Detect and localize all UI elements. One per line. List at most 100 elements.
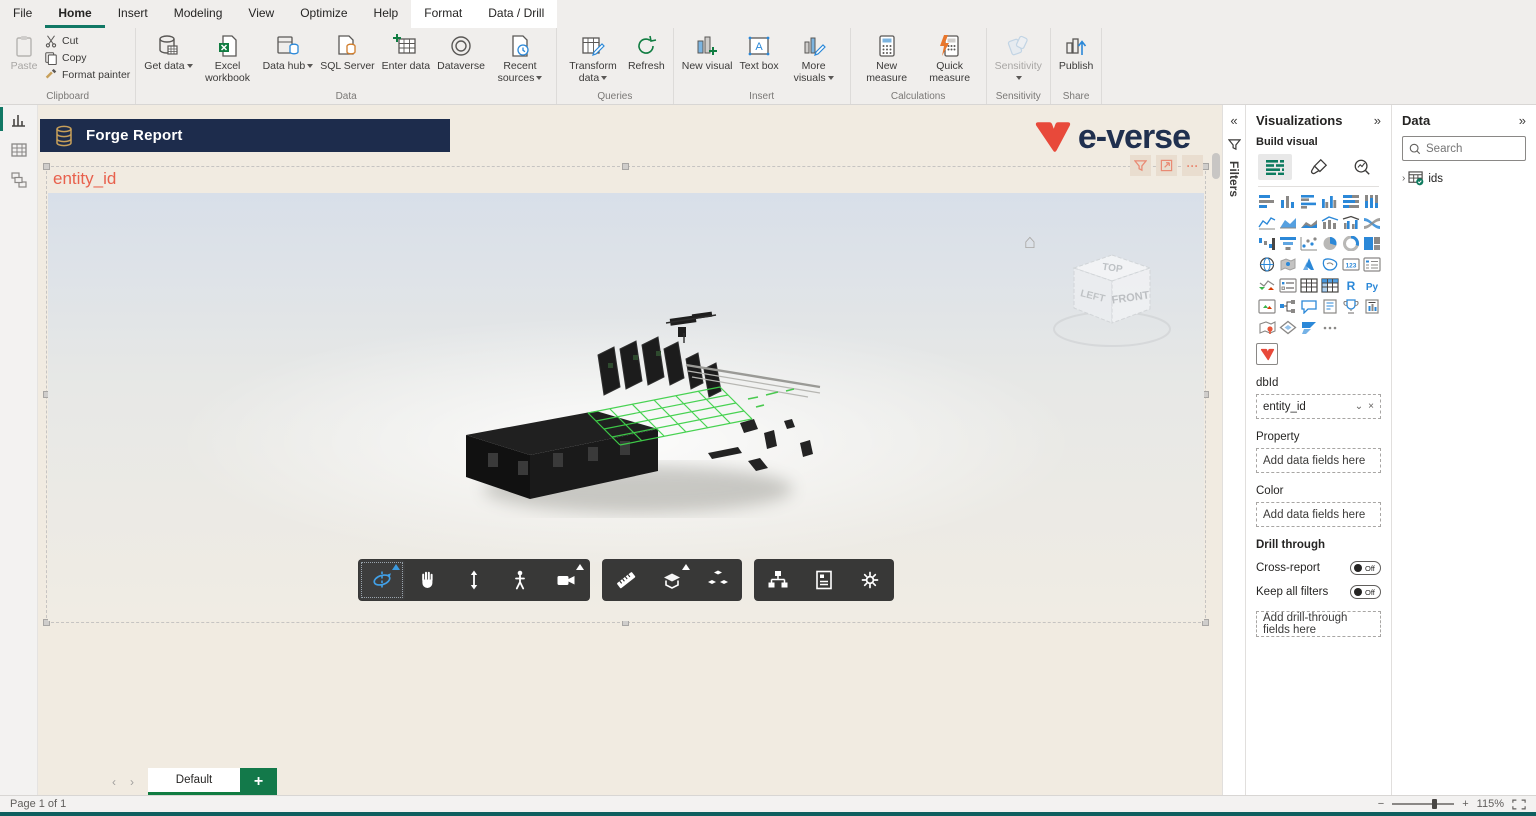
forge-viewer-visual[interactable]: entity_id ··· (46, 166, 1206, 623)
forge-3d-viewer-canvas[interactable]: TOP LEFT FRONT ⌂ (48, 193, 1204, 621)
analytics-tab[interactable] (1345, 154, 1379, 180)
tab-view[interactable]: View (235, 0, 287, 28)
r-script-visual-icon[interactable]: R (1340, 275, 1361, 296)
sensitivity-button[interactable]: Sensitivity (992, 30, 1045, 84)
canvas-scrollbar-thumb[interactable] (1212, 153, 1220, 179)
shape-map-icon[interactable] (1319, 254, 1340, 275)
ribbon-chart-icon[interactable] (1361, 212, 1382, 233)
line-and-clustered-column-chart-icon[interactable] (1340, 212, 1361, 233)
kpi-icon[interactable] (1256, 275, 1277, 296)
paste-button[interactable]: Paste (5, 30, 43, 72)
viewer-home-button[interactable]: ⌂ (1024, 231, 1036, 254)
paginated-report-icon[interactable] (1361, 296, 1382, 317)
tab-data-drill[interactable]: Data / Drill (475, 0, 557, 28)
properties-button[interactable] (801, 560, 847, 600)
orbit-button[interactable] (359, 560, 405, 600)
new-visual-button[interactable]: New visual (679, 30, 736, 72)
transform-data-button[interactable]: Transform data (562, 30, 624, 84)
text-box-button[interactable]: A Text box (737, 30, 782, 72)
settings-button[interactable] (847, 560, 893, 600)
build-visual-tab[interactable] (1258, 154, 1292, 180)
quick-measure-button[interactable]: Quick measure (919, 30, 981, 84)
matrix-icon[interactable] (1319, 275, 1340, 296)
new-page-button[interactable]: + (240, 768, 277, 795)
decomposition-tree-icon[interactable] (1277, 296, 1298, 317)
pan-button[interactable] (405, 560, 451, 600)
tab-help[interactable]: Help (361, 0, 412, 28)
remove-field-button[interactable]: × (1368, 401, 1374, 412)
data-hub-button[interactable]: Data hub (260, 30, 317, 72)
visual-filter-button[interactable] (1130, 155, 1151, 176)
report-canvas[interactable]: Forge Report e-verse entity_id (38, 105, 1222, 795)
stacked-area-chart-icon[interactable] (1298, 212, 1319, 233)
table-icon[interactable] (1298, 275, 1319, 296)
search-input[interactable] (1426, 143, 1516, 155)
map-icon[interactable] (1256, 254, 1277, 275)
filled-map-icon[interactable] (1277, 254, 1298, 275)
property-field-well[interactable]: Add data fields here (1256, 448, 1381, 473)
refresh-button[interactable]: Refresh (625, 30, 668, 72)
zoom-in-button[interactable]: + (1462, 798, 1468, 810)
power-automate-visual-icon[interactable] (1298, 317, 1319, 338)
focus-mode-button[interactable] (1156, 155, 1177, 176)
expand-table-chevron[interactable]: › (1402, 173, 1405, 184)
arcgis-map-icon[interactable] (1256, 317, 1277, 338)
zoom-slider[interactable] (1392, 803, 1454, 805)
tab-file[interactable]: File (0, 0, 45, 28)
clustered-bar-chart-icon[interactable] (1298, 191, 1319, 212)
publish-button[interactable]: Publish (1056, 30, 1096, 72)
previous-page-button[interactable]: ‹ (112, 775, 116, 789)
format-visual-tab[interactable] (1302, 154, 1336, 180)
slicer-icon[interactable] (1277, 275, 1298, 296)
donut-chart-icon[interactable] (1340, 233, 1361, 254)
scatter-chart-icon[interactable] (1298, 233, 1319, 254)
line-chart-icon[interactable] (1256, 212, 1277, 233)
stacked-column-chart-icon[interactable] (1277, 191, 1298, 212)
funnel-chart-icon[interactable] (1277, 233, 1298, 254)
more-visual-options-icon[interactable] (1319, 317, 1340, 338)
tab-optimize[interactable]: Optimize (287, 0, 360, 28)
next-page-button[interactable]: › (130, 775, 134, 789)
tab-modeling[interactable]: Modeling (161, 0, 236, 28)
azure-map-icon[interactable] (1298, 254, 1319, 275)
fit-to-page-icon[interactable] (1512, 799, 1526, 810)
data-search-box[interactable] (1402, 136, 1526, 161)
sql-server-button[interactable]: SQL Server (317, 30, 377, 72)
canvas-scrollbar[interactable] (1212, 153, 1220, 713)
cut-button[interactable]: Cut (44, 34, 130, 48)
multi-row-card-icon[interactable] (1361, 254, 1382, 275)
report-view-button[interactable] (0, 105, 38, 135)
dbid-field-well[interactable]: entity_id ⌄ × (1256, 394, 1381, 419)
format-painter-button[interactable]: Format painter (44, 68, 130, 82)
page-tab-default[interactable]: Default (148, 768, 240, 795)
clustered-column-chart-icon[interactable] (1319, 191, 1340, 212)
metrics-icon[interactable] (1340, 296, 1361, 317)
visual-more-options-button[interactable]: ··· (1182, 155, 1203, 176)
smart-narrative-icon[interactable] (1319, 296, 1340, 317)
waterfall-chart-icon[interactable] (1256, 233, 1277, 254)
cross-report-toggle[interactable]: Off (1350, 561, 1381, 575)
collapse-data-pane-button[interactable]: » (1519, 113, 1526, 128)
color-field-well[interactable]: Add data fields here (1256, 502, 1381, 527)
100-stacked-column-chart-icon[interactable] (1361, 191, 1382, 212)
keep-all-filters-toggle[interactable]: Off (1350, 585, 1381, 599)
excel-workbook-button[interactable]: Excel workbook (197, 30, 259, 84)
enter-data-button[interactable]: Enter data (379, 30, 433, 72)
qa-visual-icon[interactable] (1298, 296, 1319, 317)
power-apps-visual-icon[interactable] (1277, 317, 1298, 338)
card-icon[interactable]: 123 (1340, 254, 1361, 275)
tab-format[interactable]: Format (411, 0, 475, 28)
python-visual-icon[interactable]: Py (1361, 275, 1382, 296)
first-person-button[interactable] (497, 560, 543, 600)
new-measure-button[interactable]: New measure (856, 30, 918, 84)
area-chart-icon[interactable] (1277, 212, 1298, 233)
zoom-slider-handle[interactable] (1432, 799, 1437, 809)
tab-insert[interactable]: Insert (105, 0, 161, 28)
section-button[interactable] (649, 560, 695, 600)
camera-button[interactable] (543, 560, 589, 600)
table-row-ids[interactable]: › ids (1402, 171, 1526, 186)
expand-filters-button[interactable]: « (1230, 113, 1237, 128)
line-and-stacked-column-chart-icon[interactable] (1319, 212, 1340, 233)
everse-forge-visual-icon[interactable] (1256, 343, 1278, 365)
key-influencers-icon[interactable] (1256, 296, 1277, 317)
